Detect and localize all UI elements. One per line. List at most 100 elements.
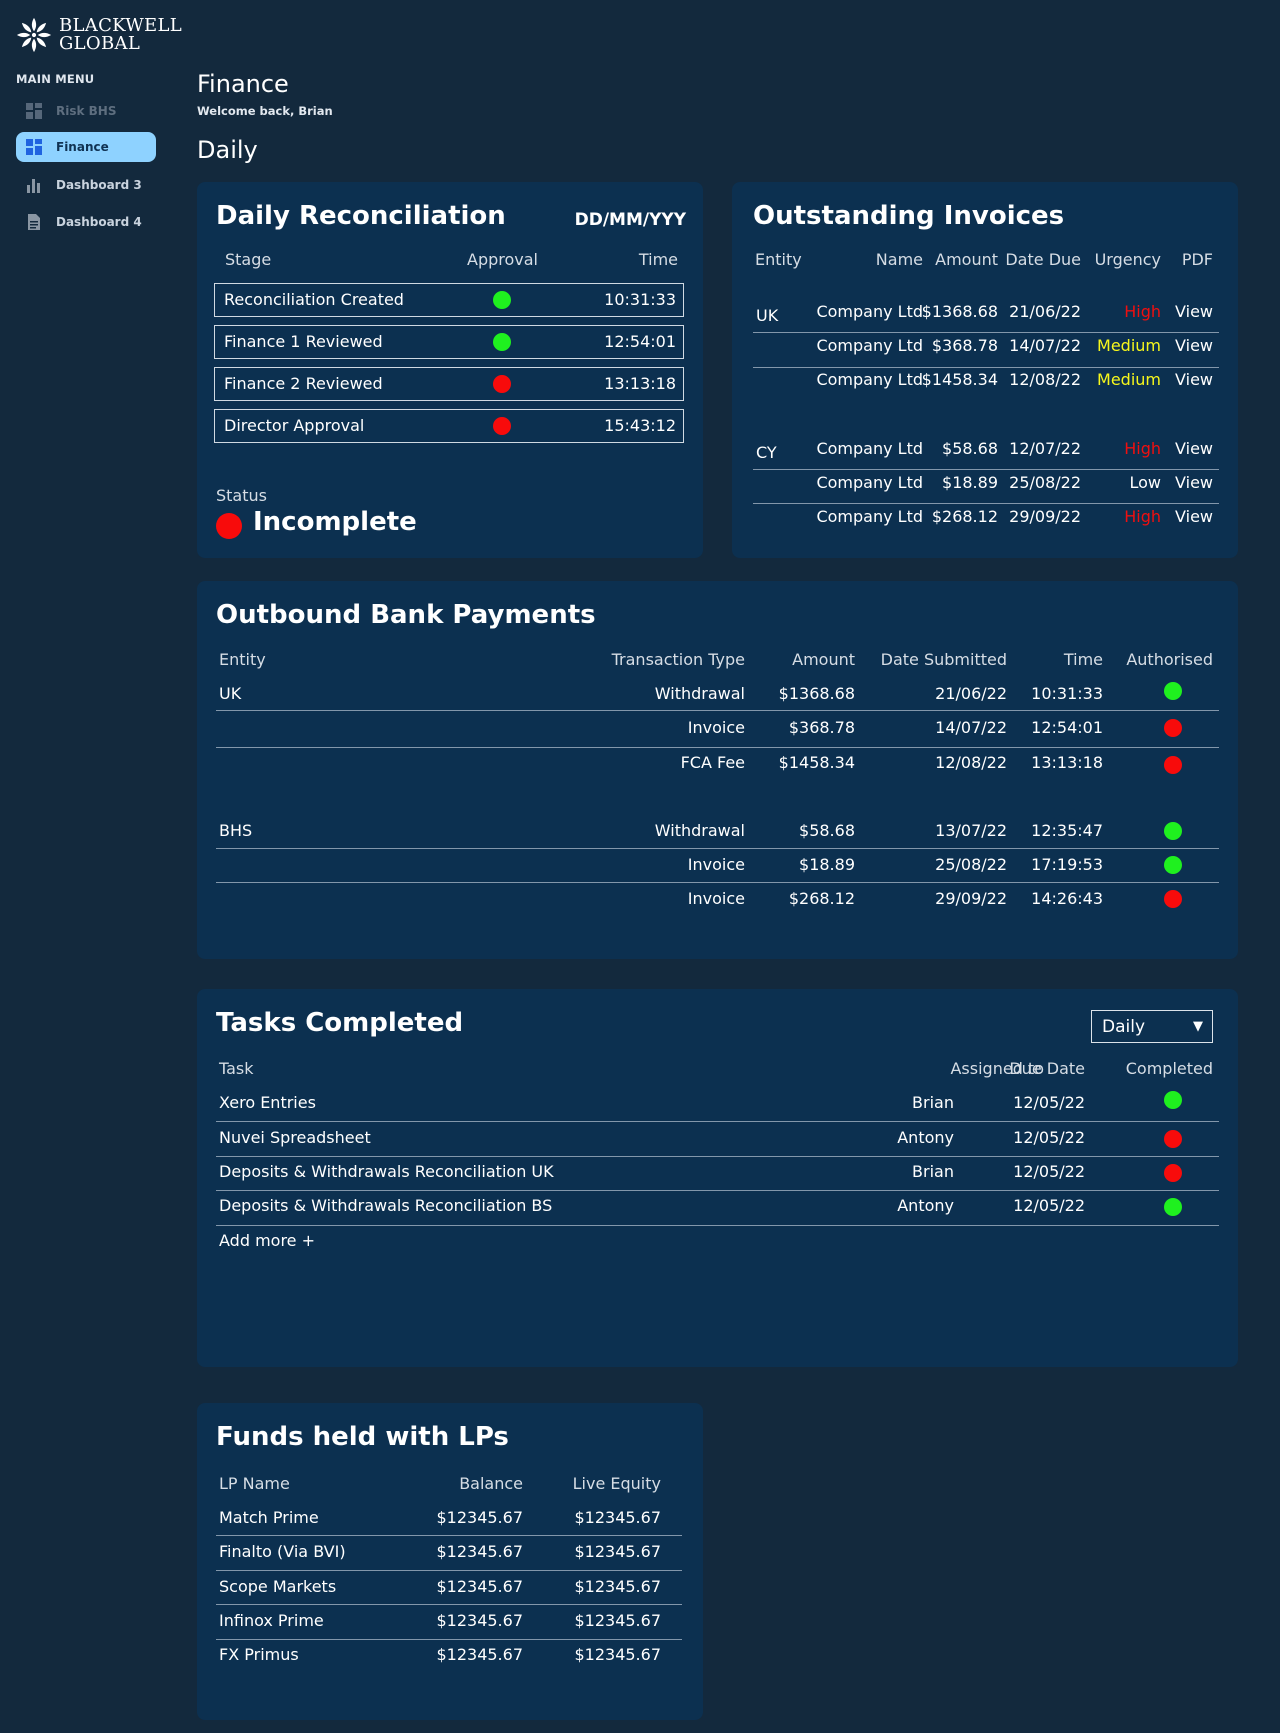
brand-logo[interactable]: BLACKWELL GLOBAL (15, 16, 182, 54)
transaction-type: Invoice (687, 718, 745, 737)
invoice-urgency: Low (1129, 473, 1161, 492)
add-more-link[interactable]: Add more + (219, 1231, 315, 1250)
invoice-name: Company Ltd (816, 302, 923, 321)
invoice-urgency: High (1124, 507, 1161, 526)
lp-name: Finalto (Via BVI) (219, 1542, 346, 1561)
status-label: Status (216, 486, 267, 505)
completed-indicator (1164, 1164, 1182, 1182)
invoice-due-date: 12/08/22 (1009, 370, 1081, 389)
task-due-date: 12/05/22 (1013, 1128, 1085, 1147)
lp-name: Match Prime (219, 1508, 319, 1527)
invoice-name: Company Ltd (816, 473, 923, 492)
stage-row: Reconciliation Created 10:31:33 (214, 283, 684, 317)
payment-date: 14/07/22 (935, 718, 1007, 737)
column-header-time: Time (1063, 650, 1103, 669)
sidebar: BLACKWELL GLOBAL MAIN MENU Risk BHS Fina… (0, 0, 182, 1733)
bar-chart-icon (27, 179, 40, 193)
invoice-name: Company Ltd (816, 439, 923, 458)
row-divider (216, 1604, 682, 1605)
entity-label: UK (756, 306, 779, 325)
task-assignee: Antony (897, 1196, 954, 1215)
invoice-due-date: 12/07/22 (1009, 439, 1081, 458)
task-name: Nuvei Spreadsheet (219, 1128, 371, 1147)
row-divider (216, 1225, 1219, 1226)
row-divider (753, 503, 1219, 504)
sidebar-item-risk-bhs[interactable]: Risk BHS (16, 96, 156, 126)
task-assignee: Brian (912, 1093, 954, 1112)
row-divider (216, 1121, 1219, 1122)
entity-label: UK (219, 684, 242, 703)
page-title: Finance (197, 70, 289, 98)
row-divider (753, 332, 1219, 333)
payment-time: 12:35:47 (1031, 821, 1103, 840)
lp-balance: $12345.67 (436, 1611, 523, 1630)
period-select[interactable]: Daily ▼ (1091, 1010, 1213, 1043)
status-value: Incomplete (253, 507, 417, 537)
payment-date: 13/07/22 (935, 821, 1007, 840)
document-icon (28, 214, 40, 230)
card-title: Outbound Bank Payments (216, 600, 596, 630)
completed-indicator (1164, 1130, 1182, 1148)
approval-indicator (493, 417, 511, 435)
dashboard-grid-icon (26, 103, 42, 119)
invoice-pdf-link[interactable]: View (1175, 473, 1213, 492)
transaction-type: Withdrawal (654, 821, 745, 840)
dropdown-arrow-icon: ▼ (1193, 1019, 1203, 1034)
dashboard-grid-icon (26, 139, 42, 155)
lp-live-equity: $12345.67 (574, 1645, 661, 1664)
row-divider (216, 747, 1219, 748)
task-name: Deposits & Withdrawals Reconciliation UK (219, 1162, 554, 1181)
authorised-indicator (1164, 856, 1182, 874)
stage-row: Finance 2 Reviewed 13:13:18 (214, 367, 684, 401)
payment-date: 25/08/22 (935, 855, 1007, 874)
card-title: Outstanding Invoices (753, 201, 1065, 231)
sidebar-item-label: Dashboard 3 (56, 178, 142, 192)
authorised-indicator (1164, 890, 1182, 908)
lp-balance: $12345.67 (436, 1508, 523, 1527)
invoice-pdf-link[interactable]: View (1175, 370, 1213, 389)
row-divider (753, 469, 1219, 470)
invoice-pdf-link[interactable]: View (1175, 336, 1213, 355)
column-header-task: Task (219, 1059, 254, 1078)
invoice-pdf-link[interactable]: View (1175, 439, 1213, 458)
sidebar-item-dashboard-3[interactable]: Dashboard 3 (16, 170, 156, 200)
stage-name: Finance 2 Reviewed (224, 374, 383, 393)
tasks-completed-card: Tasks Completed Daily ▼ Task Assigned to… (197, 989, 1238, 1367)
transaction-type: Invoice (687, 889, 745, 908)
invoice-due-date: 25/08/22 (1009, 473, 1081, 492)
payment-time: 13:13:18 (1031, 753, 1103, 772)
payment-time: 10:31:33 (1031, 684, 1103, 703)
invoice-pdf-link[interactable]: View (1175, 507, 1213, 526)
column-header-completed: Completed (1125, 1059, 1213, 1078)
lp-live-equity: $12345.67 (574, 1542, 661, 1561)
main-menu-title: MAIN MENU (16, 72, 95, 86)
payment-date: 21/06/22 (935, 684, 1007, 703)
sidebar-item-label: Finance (56, 140, 109, 154)
lp-balance: $12345.67 (436, 1577, 523, 1596)
stage-row: Finance 1 Reviewed 12:54:01 (214, 325, 684, 359)
invoice-amount: $268.12 (931, 507, 998, 526)
task-assignee: Antony (897, 1128, 954, 1147)
row-divider (216, 1535, 682, 1536)
sidebar-item-finance[interactable]: Finance (16, 132, 156, 162)
transaction-type: Invoice (687, 855, 745, 874)
invoice-due-date: 14/07/22 (1009, 336, 1081, 355)
invoice-amount: $1368.68 (921, 302, 998, 321)
column-header-entity: Entity (755, 250, 802, 269)
card-title: Tasks Completed (216, 1008, 464, 1038)
sidebar-item-dashboard-4[interactable]: Dashboard 4 (16, 207, 156, 237)
task-due-date: 12/05/22 (1013, 1196, 1085, 1215)
lp-live-equity: $12345.67 (574, 1577, 661, 1596)
payment-time: 12:54:01 (1031, 718, 1103, 737)
reconciliation-date: DD/MM/YYY (574, 210, 686, 230)
payment-amount: $1458.34 (778, 753, 855, 772)
invoice-pdf-link[interactable]: View (1175, 302, 1213, 321)
sidebar-item-label: Dashboard 4 (56, 215, 142, 229)
row-divider (753, 367, 1219, 368)
stage-name: Finance 1 Reviewed (224, 332, 383, 351)
status-indicator (216, 513, 242, 539)
column-header-authorised: Authorised (1126, 650, 1213, 669)
invoice-amount: $368.78 (931, 336, 998, 355)
invoice-amount: $58.68 (942, 439, 998, 458)
row-divider (216, 710, 1219, 711)
